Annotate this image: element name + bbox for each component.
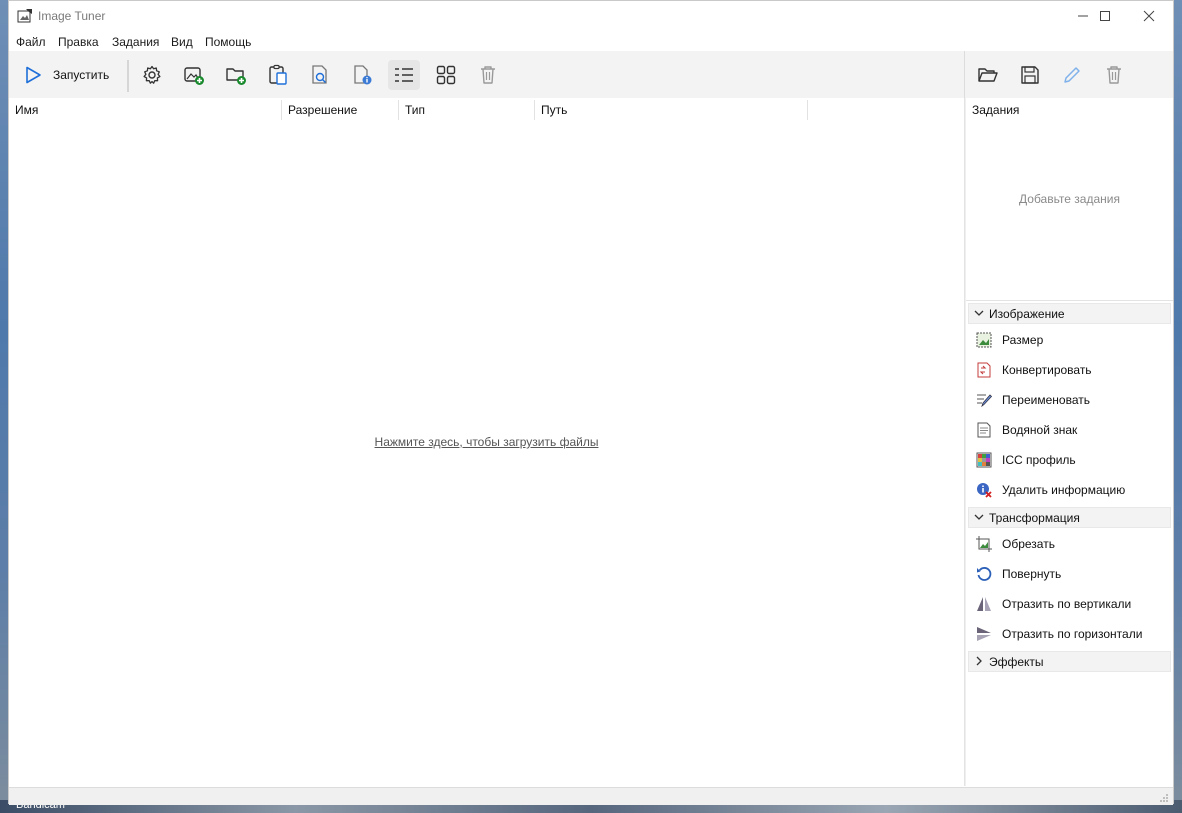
edit-task-button[interactable] — [1056, 60, 1088, 90]
action-label: Переименовать — [1002, 393, 1090, 407]
trash-icon — [1107, 66, 1121, 84]
preview-icon — [312, 65, 327, 84]
menu-tasks[interactable]: Задания — [112, 35, 159, 49]
tasks-empty-hint: Добавьте задания — [1019, 192, 1120, 206]
action-label: Повернуть — [1002, 567, 1062, 581]
toolbar-separator — [127, 60, 129, 92]
maximize-button[interactable] — [1082, 1, 1128, 31]
action-label: Конвертировать — [1002, 363, 1092, 377]
group-transform-label: Трансформация — [989, 511, 1080, 525]
status-bar — [9, 787, 1173, 805]
menu-edit[interactable]: Правка — [58, 35, 99, 49]
panel-divider — [966, 300, 1173, 301]
open-task-button[interactable] — [972, 60, 1004, 90]
remove-files-button[interactable] — [472, 60, 504, 90]
menu-file[interactable]: Файл — [16, 35, 46, 49]
preview-button[interactable] — [304, 60, 336, 90]
action-resize[interactable]: Размер — [976, 329, 1171, 351]
action-label: Обрезать — [1002, 537, 1055, 551]
chevron-down-icon — [974, 514, 984, 520]
save-icon — [1021, 66, 1039, 84]
column-type[interactable]: Тип — [399, 98, 534, 122]
column-name[interactable]: Имя — [9, 98, 282, 122]
remove-info-icon — [977, 483, 992, 498]
action-icc-profile[interactable]: ICC профиль — [976, 449, 1171, 471]
action-label: ICC профиль — [1002, 453, 1076, 467]
close-button[interactable] — [1126, 1, 1172, 31]
action-crop[interactable]: Обрезать — [976, 533, 1171, 555]
toolbar-divider — [964, 51, 965, 98]
resize-grip-icon[interactable] — [1159, 793, 1169, 803]
convert-icon — [977, 362, 991, 378]
action-label: Размер — [1002, 333, 1044, 347]
menu-bar: Файл Правка Задания Вид Помощь — [9, 31, 1173, 51]
action-label: Водяной знак — [1002, 423, 1078, 437]
gear-icon — [143, 65, 161, 84]
app-logo-icon — [17, 9, 32, 23]
title-bar: Image Tuner — [9, 1, 1173, 31]
group-image-label: Изображение — [989, 307, 1065, 321]
action-rotate[interactable]: Повернуть — [976, 563, 1171, 585]
column-path[interactable]: Путь — [535, 98, 807, 122]
clipboard-icon — [269, 64, 287, 85]
chevron-down-icon — [974, 310, 984, 316]
group-image-header[interactable]: Изображение — [968, 303, 1171, 324]
action-flip-vertical[interactable]: Отразить по вертикали — [976, 593, 1171, 615]
flip-horizontal-icon — [977, 627, 991, 641]
add-folder-icon — [226, 68, 246, 85]
settings-button[interactable] — [136, 60, 168, 90]
color-profile-icon — [976, 452, 992, 468]
maximize-icon — [1100, 11, 1110, 21]
crop-icon — [976, 536, 992, 552]
grid-view-icon — [436, 65, 456, 85]
rename-icon — [977, 394, 992, 408]
run-button-label: Запустить — [53, 68, 110, 82]
add-folder-button[interactable] — [220, 60, 252, 90]
resize-icon — [976, 332, 992, 348]
action-rename[interactable]: Переименовать — [976, 389, 1171, 411]
column-resolution[interactable]: Разрешение — [282, 98, 398, 122]
list-view-icon — [395, 68, 413, 82]
folder-open-icon — [978, 68, 998, 82]
toolbar: Запустить — [9, 51, 1173, 98]
add-image-icon — [184, 67, 204, 85]
action-watermark[interactable]: Водяной знак — [976, 419, 1171, 441]
file-list[interactable]: Имя Разрешение Тип Путь Нажмите здесь, ч… — [9, 98, 964, 786]
action-label: Удалить информацию — [1002, 483, 1126, 497]
play-icon — [26, 66, 41, 84]
window-title: Image Tuner — [38, 9, 106, 23]
action-remove-info[interactable]: Удалить информацию — [976, 479, 1171, 501]
paste-button[interactable] — [262, 60, 294, 90]
tasks-panel: Задания Добавьте задания Изображение Раз… — [966, 98, 1173, 786]
action-convert[interactable]: Конвертировать — [976, 359, 1171, 381]
column-divider[interactable] — [807, 100, 808, 120]
delete-task-button[interactable] — [1098, 60, 1130, 90]
rotate-icon — [977, 567, 992, 581]
file-info-icon — [354, 65, 372, 85]
watermark-icon — [977, 422, 991, 438]
group-transform-header[interactable]: Трансформация — [968, 507, 1171, 528]
list-view-button[interactable] — [388, 60, 420, 90]
chevron-right-icon — [976, 656, 982, 666]
run-button[interactable]: Запустить — [13, 60, 121, 90]
add-files-button[interactable] — [178, 60, 210, 90]
file-info-button[interactable] — [346, 60, 378, 90]
close-icon — [1143, 10, 1155, 22]
action-label: Отразить по вертикали — [1002, 597, 1132, 611]
tasks-title: Задания — [972, 103, 1020, 117]
load-files-link[interactable]: Нажмите здесь, чтобы загрузить файлы — [9, 435, 964, 449]
flip-vertical-icon — [977, 597, 991, 611]
trash-icon — [481, 66, 495, 84]
group-effects-header[interactable]: Эффекты — [968, 651, 1171, 672]
action-label: Отразить по горизонтали — [1002, 627, 1143, 641]
action-flip-horizontal[interactable]: Отразить по горизонтали — [976, 623, 1171, 645]
group-effects-label: Эффекты — [989, 655, 1044, 669]
grid-view-button[interactable] — [430, 60, 462, 90]
menu-help[interactable]: Помощь — [205, 35, 251, 49]
menu-view[interactable]: Вид — [171, 35, 193, 49]
save-task-button[interactable] — [1014, 60, 1046, 90]
app-window: Image Tuner Файл Правка Задания Вид Помо… — [8, 0, 1174, 805]
pencil-icon — [1064, 67, 1080, 83]
